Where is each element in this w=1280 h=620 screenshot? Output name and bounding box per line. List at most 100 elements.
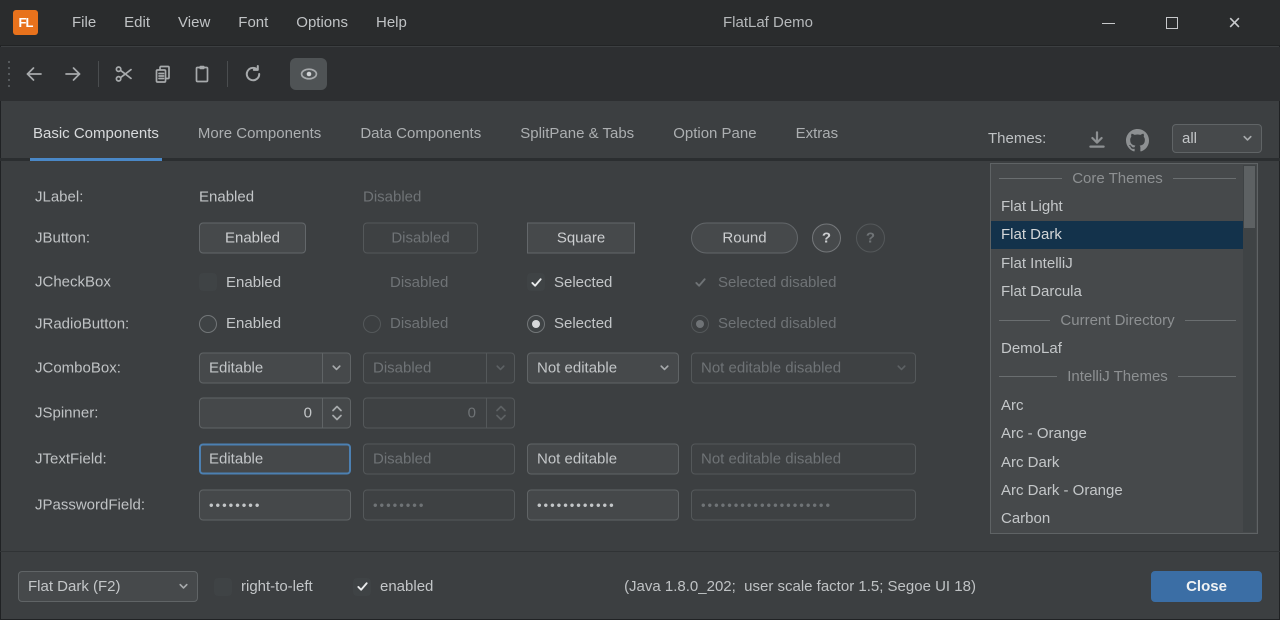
jpasswordfield-row-label: JPasswordField: xyxy=(35,497,145,514)
combobox-disabled: Disabled xyxy=(363,352,515,383)
round-button[interactable]: Round xyxy=(691,222,798,253)
combobox-value: Disabled xyxy=(364,353,486,382)
toolbar xyxy=(0,47,1280,101)
close-button[interactable]: Close xyxy=(1151,571,1262,602)
square-button[interactable]: Square xyxy=(527,222,635,253)
eye-icon xyxy=(298,64,320,84)
spinner-enabled[interactable]: 0 xyxy=(199,397,351,428)
paste-button[interactable] xyxy=(188,60,216,88)
radio-icon xyxy=(199,315,217,333)
forward-button[interactable] xyxy=(59,60,87,88)
tab-basic-components[interactable]: Basic Components xyxy=(30,101,162,161)
row-jtextfield: JTextField: Editable Disabled Not editab… xyxy=(0,443,980,475)
download-theme-button[interactable] xyxy=(1084,127,1110,153)
theme-item-arc[interactable]: Arc xyxy=(991,391,1257,419)
combobox-editable[interactable]: Editable xyxy=(199,352,351,383)
menu-options[interactable]: Options xyxy=(282,0,362,46)
passwordfield-disabled: •••••••• xyxy=(363,490,515,521)
window-title: FlatLaf Demo xyxy=(723,14,813,31)
jcheckbox-row-label: JCheckBox xyxy=(35,274,111,291)
spinner-value[interactable]: 0 xyxy=(200,398,322,427)
theme-filter-combobox[interactable]: all xyxy=(1172,124,1262,153)
radio-label: Selected disabled xyxy=(718,315,836,332)
menu-edit[interactable]: Edit xyxy=(110,0,164,46)
laf-combobox[interactable]: Flat Dark (F2) xyxy=(18,571,198,602)
help-button[interactable]: ? xyxy=(812,223,841,252)
github-icon xyxy=(1126,129,1149,152)
radio-disabled: Disabled xyxy=(363,315,448,333)
theme-item-flat-dark[interactable]: Flat Dark xyxy=(991,221,1244,249)
radio-selected[interactable]: Selected xyxy=(527,315,612,333)
window-controls: × xyxy=(1077,0,1266,46)
refresh-icon xyxy=(243,64,263,84)
cut-button[interactable] xyxy=(110,60,138,88)
jbutton-row-label: JButton: xyxy=(35,229,90,246)
tab-data-components[interactable]: Data Components xyxy=(357,101,484,161)
copy-button[interactable] xyxy=(149,60,177,88)
theme-item-arc-dark-orange[interactable]: Arc Dark - Orange xyxy=(991,476,1257,504)
tab-option-pane[interactable]: Option Pane xyxy=(670,101,759,161)
theme-item-arc-dark[interactable]: Arc Dark xyxy=(991,448,1257,476)
show-hide-toggle-button[interactable] xyxy=(290,58,327,90)
checkbox-selected[interactable]: Selected xyxy=(527,273,612,291)
theme-item-demolaf[interactable]: DemoLaf xyxy=(991,334,1257,362)
tab-more-components[interactable]: More Components xyxy=(195,101,324,161)
scrollbar-thumb[interactable] xyxy=(1244,166,1255,228)
chevron-down-icon xyxy=(170,572,197,601)
chevron-down-icon xyxy=(1234,125,1261,152)
menu-file[interactable]: File xyxy=(58,0,110,46)
menu-help[interactable]: Help xyxy=(362,0,421,46)
tabbar: Basic Components More Components Data Co… xyxy=(30,101,841,161)
passwordfield-editable[interactable]: •••••••• xyxy=(199,490,351,521)
tab-splitpane-tabs[interactable]: SplitPane & Tabs xyxy=(517,101,637,161)
chevron-down-icon xyxy=(495,413,507,421)
jlabel-disabled: Disabled xyxy=(363,189,421,206)
row-jbutton: JButton: Enabled Disabled Square Round ?… xyxy=(0,221,980,254)
menu-view[interactable]: View xyxy=(164,0,224,46)
chevron-up-icon xyxy=(331,404,343,412)
radio-label: Disabled xyxy=(390,315,448,332)
maximize-button[interactable] xyxy=(1140,0,1203,46)
bottom-bar: Flat Dark (F2) right-to-left enabled (Ja… xyxy=(0,551,1280,620)
textfield-not-editable-disabled: Not editable disabled xyxy=(691,444,916,475)
github-link-button[interactable] xyxy=(1124,127,1150,153)
theme-item-flat-darcula[interactable]: Flat Darcula xyxy=(991,278,1257,306)
row-jcheckbox: JCheckBox Enabled Disabled Selected Sele… xyxy=(0,267,980,297)
passwordfield-not-editable[interactable]: •••••••••••• xyxy=(527,490,679,521)
checkbox-enabled[interactable]: Enabled xyxy=(199,273,281,291)
forward-arrow-icon xyxy=(62,64,84,84)
close-window-button[interactable]: × xyxy=(1203,0,1266,46)
tab-extras[interactable]: Extras xyxy=(793,101,842,161)
textfield-not-editable[interactable]: Not editable xyxy=(527,444,679,475)
enabled-button[interactable]: Enabled xyxy=(199,222,306,253)
laf-combobox-value: Flat Dark (F2) xyxy=(19,572,170,601)
theme-item-flat-light[interactable]: Flat Light xyxy=(991,192,1257,220)
radio-enabled[interactable]: Enabled xyxy=(199,315,281,333)
minimize-button[interactable] xyxy=(1077,0,1140,46)
theme-item-arc-orange[interactable]: Arc - Orange xyxy=(991,420,1257,448)
chevron-down-icon[interactable] xyxy=(651,353,678,382)
combobox-value: Editable xyxy=(200,353,322,382)
radio-label: Selected xyxy=(554,315,612,332)
toolbar-grip-handle[interactable] xyxy=(8,61,10,87)
menu-font[interactable]: Font xyxy=(224,0,282,46)
theme-group-separator: Core Themes xyxy=(991,164,1244,192)
chevron-down-icon[interactable] xyxy=(323,353,350,382)
theme-filter-value: all xyxy=(1173,125,1234,152)
copy-icon xyxy=(153,64,173,84)
enabled-checkbox[interactable]: enabled xyxy=(353,552,433,620)
back-button[interactable] xyxy=(20,60,48,88)
toolbar-separator xyxy=(227,61,228,87)
themes-scrollbar[interactable] xyxy=(1243,165,1256,532)
theme-item-flat-intellij[interactable]: Flat IntelliJ xyxy=(991,249,1257,277)
refresh-button[interactable] xyxy=(239,60,267,88)
textfield-editable[interactable]: Editable xyxy=(199,444,351,475)
combobox-not-editable[interactable]: Not editable xyxy=(527,352,679,383)
cut-scissors-icon xyxy=(114,64,134,84)
right-to-left-checkbox[interactable]: right-to-left xyxy=(214,552,313,620)
theme-item-carbon[interactable]: Carbon xyxy=(991,505,1257,533)
spinner-arrows[interactable] xyxy=(323,398,350,427)
help-button-disabled: ? xyxy=(856,223,885,252)
maximize-icon xyxy=(1166,17,1178,29)
theme-group-separator: IntelliJ Themes xyxy=(991,363,1244,391)
